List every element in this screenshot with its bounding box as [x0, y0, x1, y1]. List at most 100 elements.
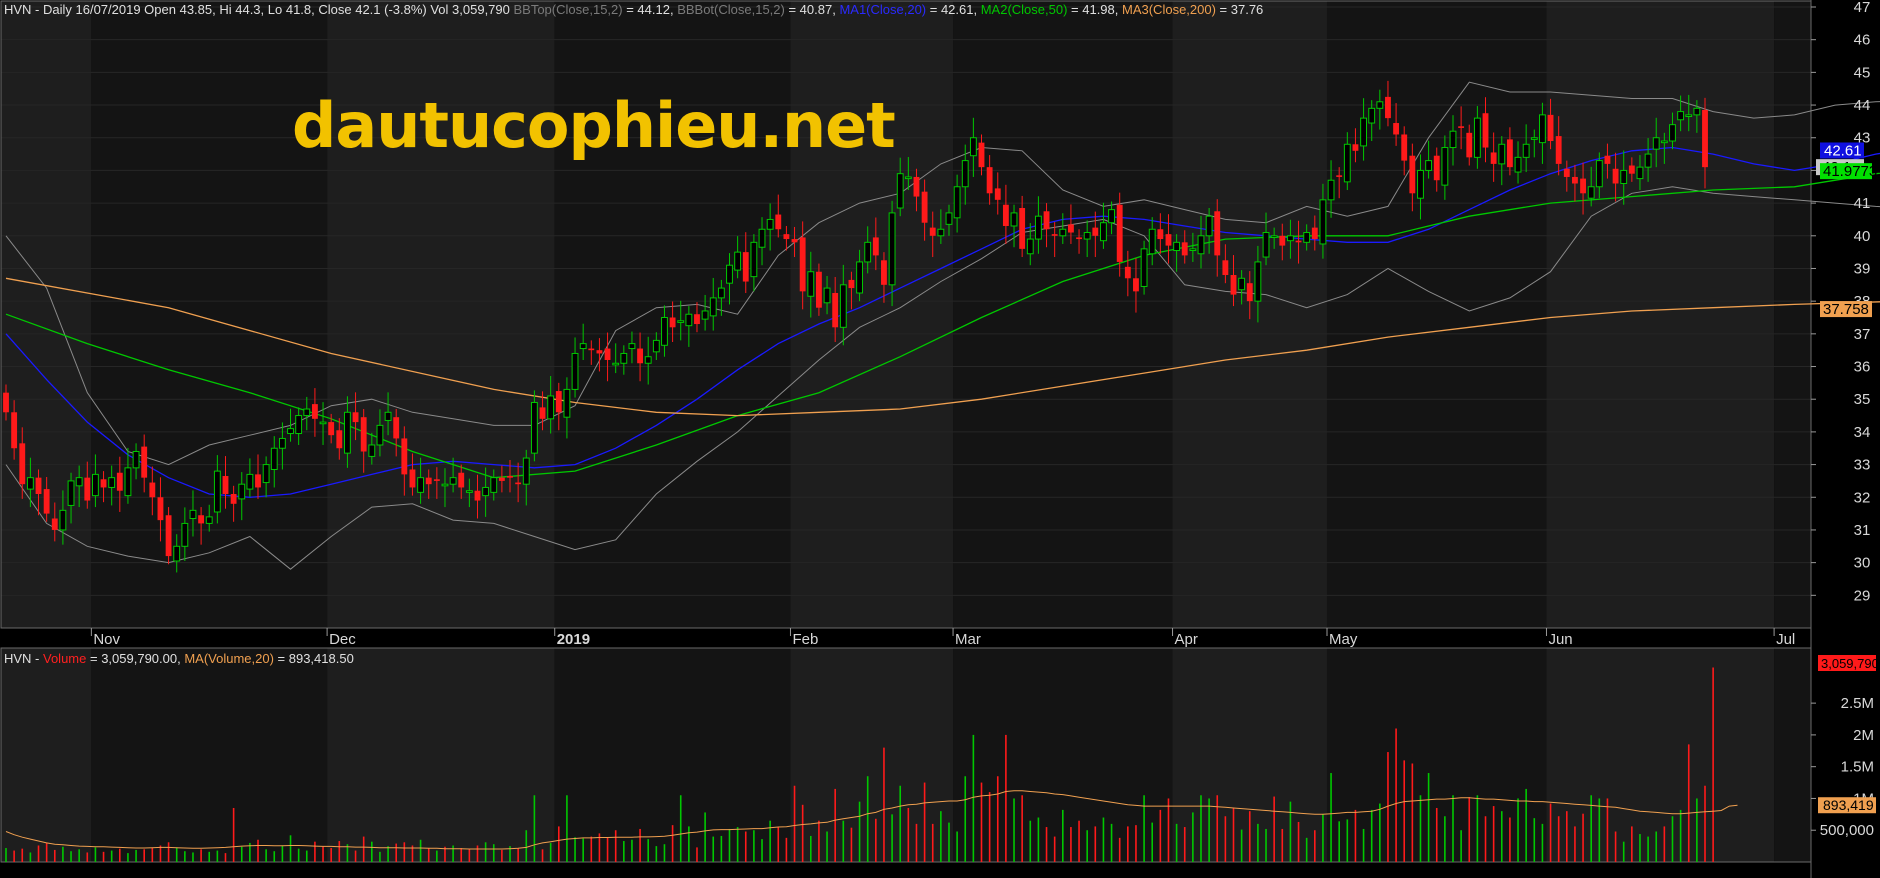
price-tick-label: 47: [1854, 0, 1871, 16]
candle-body: [1108, 209, 1115, 224]
candle-body: [1010, 212, 1018, 227]
price-tick-label: 39: [1854, 260, 1871, 277]
ma2-value: = 41.98,: [1067, 2, 1122, 17]
price-month-band: [1, 1, 92, 628]
svg-text:893,419: 893,419: [1823, 797, 1874, 813]
candle-body: [1669, 124, 1676, 142]
candle-body: [913, 176, 920, 197]
candle-body: [1303, 232, 1311, 243]
candle-body: [67, 480, 75, 506]
candle-body: [1409, 155, 1416, 194]
candle-body: [246, 473, 254, 490]
price-tick-label: 32: [1854, 489, 1871, 506]
candle-body: [1205, 215, 1213, 237]
candle-body: [644, 356, 652, 364]
candle-body: [717, 287, 725, 299]
candle-body: [1433, 155, 1440, 181]
volume-header: HVN - Volume = 3,059,790.00, MA(Volume,2…: [4, 651, 354, 666]
bbtop-label: BBTop(Close,15,2): [513, 2, 622, 17]
candle-body: [1230, 275, 1237, 295]
candle-body: [409, 469, 416, 488]
candle-body: [1660, 140, 1668, 144]
candle-body: [904, 176, 912, 180]
candle-body: [1254, 261, 1262, 302]
candle-body: [515, 482, 522, 485]
candle-body: [433, 479, 440, 481]
candle-body: [1563, 168, 1570, 177]
candle-body: [84, 477, 91, 501]
candle-body: [815, 271, 822, 308]
candle-body: [1343, 143, 1351, 183]
candle-body: [376, 424, 384, 446]
candle-body: [1441, 147, 1449, 186]
candle-body: [1587, 186, 1595, 199]
candle-body: [173, 545, 181, 562]
candle-body: [555, 391, 562, 413]
candle-body: [238, 483, 246, 500]
candle-body: [1352, 144, 1359, 151]
candle-body: [1490, 152, 1497, 164]
x-tick-label: Jun: [1548, 631, 1572, 648]
candle-body: [1051, 234, 1058, 236]
volume-month-band: [327, 648, 555, 862]
candle-body: [742, 252, 749, 282]
candle-body: [1636, 166, 1644, 180]
candle-body: [969, 137, 977, 157]
candle-body: [1417, 169, 1424, 199]
candle-body: [1019, 208, 1026, 249]
candle-body: [458, 472, 465, 488]
x-tick-label: May: [1329, 631, 1358, 648]
candle-body: [19, 443, 26, 485]
candle-body: [1572, 176, 1578, 184]
candle-body: [401, 438, 408, 475]
ma1-value: = 42.61,: [926, 2, 981, 17]
candle-body: [1059, 228, 1067, 237]
candle-body: [750, 241, 758, 278]
candle-body: [1547, 114, 1554, 142]
candle-body: [547, 395, 555, 420]
volume-tick-label: 2.5M: [1841, 695, 1874, 712]
stock-chart[interactable]: dautucophieu.net 29303132333435363738394…: [0, 0, 1880, 878]
candle-body: [588, 348, 595, 351]
volume-tick-label: 2M: [1853, 727, 1874, 744]
price-month-band: [1326, 1, 1547, 628]
candle-body: [213, 470, 221, 513]
candle-body: [3, 392, 9, 413]
candle-body: [507, 476, 513, 478]
candle-body: [222, 476, 229, 494]
svg-text:41.9773: 41.9773: [1823, 163, 1877, 180]
candle-body: [1279, 235, 1286, 246]
candle-body: [921, 191, 928, 223]
candle-body: [149, 482, 156, 498]
volume-month-band: [790, 648, 954, 862]
candle-body: [360, 417, 367, 452]
candle-body: [1173, 241, 1181, 251]
candle-body: [986, 167, 993, 194]
candle-body: [807, 271, 815, 297]
candle-body: [929, 227, 936, 236]
price-tick-label: 31: [1854, 522, 1871, 539]
candle-body: [1425, 160, 1433, 171]
candle-body: [303, 408, 311, 417]
candle-body: [1124, 266, 1131, 279]
candle-body: [43, 489, 50, 514]
candle-body: [498, 477, 505, 481]
ma1-label: MA1(Close,20): [839, 2, 926, 17]
volume-month-band: [1546, 648, 1775, 862]
candle-body: [1157, 229, 1164, 240]
candle-body: [685, 313, 693, 327]
candle-body: [287, 428, 294, 435]
candle-body: [75, 477, 83, 487]
candle-body: [1620, 169, 1628, 184]
candle-body: [1376, 101, 1384, 109]
candle-body: [255, 474, 261, 488]
candle-body: [1026, 238, 1034, 255]
candle-body: [1458, 126, 1465, 128]
bbtop-value: = 44.12,: [623, 2, 678, 17]
candle-body: [522, 457, 530, 485]
candle-body: [1385, 96, 1391, 119]
volume-badge: 3,059,790: [1818, 655, 1879, 671]
candle-body: [1652, 137, 1660, 150]
candle-body: [848, 279, 855, 289]
candle-body: [1133, 278, 1139, 292]
